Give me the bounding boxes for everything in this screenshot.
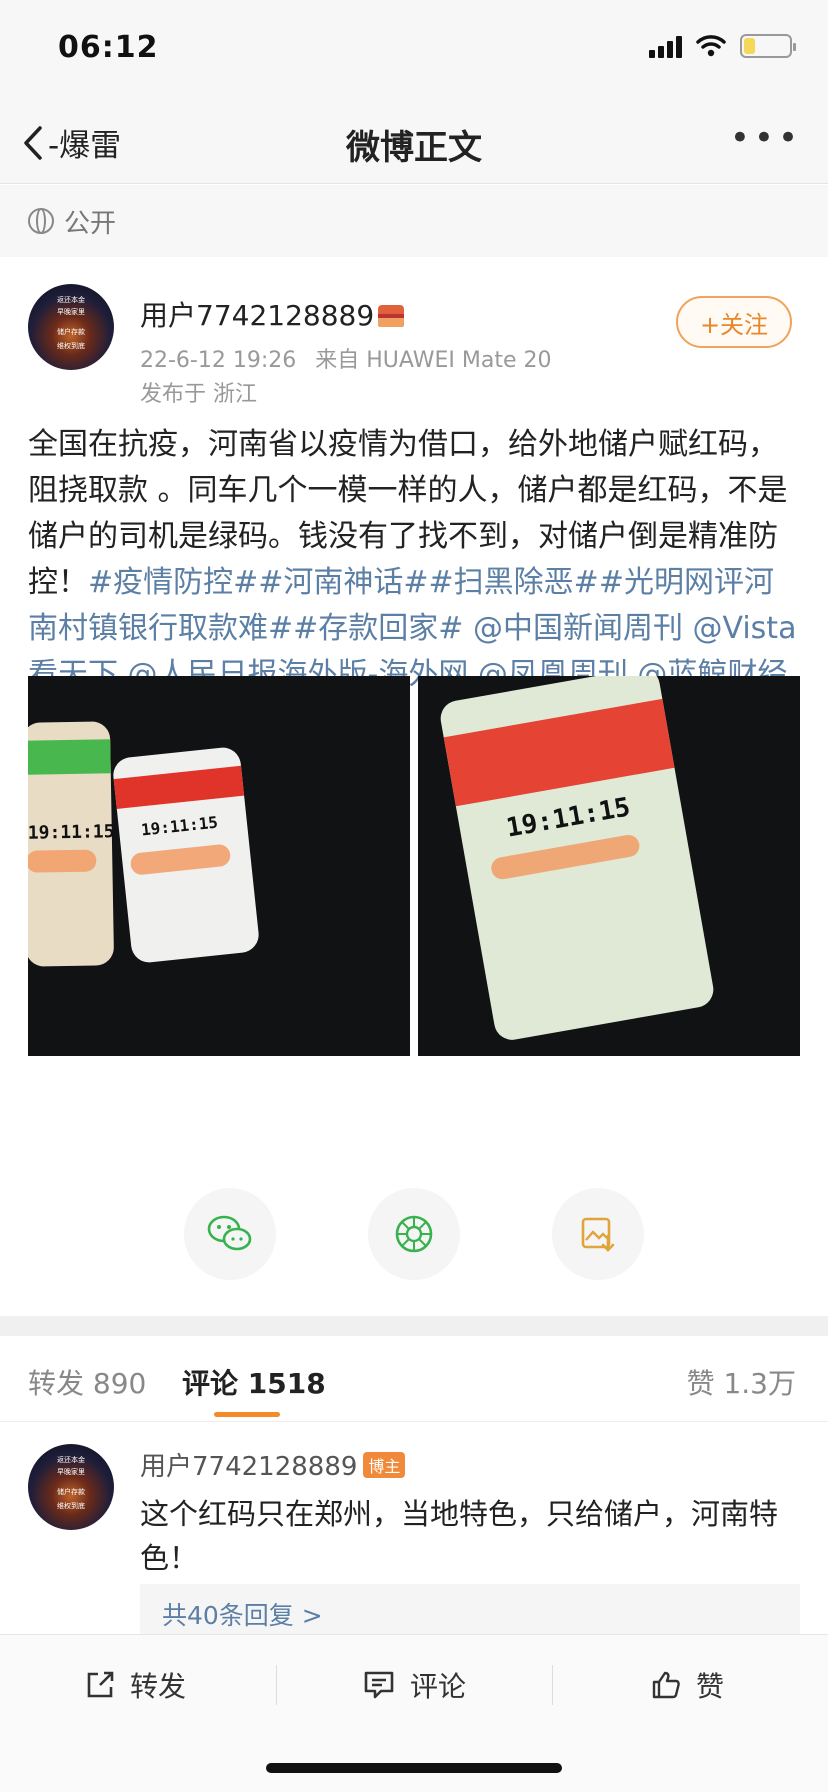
- section-divider: [0, 1316, 828, 1336]
- username-text: 用户7742128889: [140, 299, 375, 332]
- comment-text: 这个红码只在郑州，当地特色，只给储户，河南特色！: [140, 1497, 779, 1575]
- avatar-text-line: 储户存款: [57, 328, 85, 336]
- phone-screen: 19:11:15: [111, 745, 261, 965]
- separator: [276, 1665, 277, 1705]
- visibility-row: 公开: [0, 185, 828, 257]
- avatar-text-line: 返还本金: [57, 1456, 85, 1464]
- tab-likes[interactable]: 赞 1.3万: [687, 1362, 796, 1402]
- post-image-1[interactable]: 19:11:15 19:11:15: [28, 676, 410, 1056]
- phone-screen: 19:11:15: [437, 676, 717, 1043]
- status-bar: 06:12: [0, 0, 828, 100]
- moments-icon: [395, 1215, 433, 1253]
- comment-label: 评论: [410, 1670, 467, 1703]
- post-username[interactable]: 用户7742128889: [140, 294, 405, 334]
- author-badge: 博主: [363, 1452, 406, 1478]
- avatar-text-line: 储户存款: [57, 1488, 85, 1496]
- like-label: 赞: [696, 1670, 725, 1703]
- avatar-text-line: 早晚家里: [57, 308, 85, 316]
- battery-level: [744, 38, 755, 54]
- comment-icon: [364, 1671, 394, 1699]
- visibility-label: 公开: [64, 208, 117, 239]
- avatar[interactable]: 返还本金 早晚家里 储户存款 维权到底: [28, 1444, 114, 1530]
- redaction-mark: [129, 843, 232, 876]
- comment-username-text: 用户7742128889: [140, 1452, 358, 1482]
- avatar-text-line: 维权到底: [57, 1502, 85, 1510]
- post-image-2[interactable]: 19:11:15: [418, 676, 800, 1056]
- post-meta: 22-6-12 19:26 来自 HUAWEI Mate 20: [140, 342, 552, 374]
- user-badge-icon: [378, 305, 405, 327]
- screen-time: 19:11:15: [28, 821, 115, 844]
- thumbs-up-icon: [652, 1671, 680, 1699]
- screen-header: [113, 765, 245, 809]
- redaction-mark: [28, 849, 97, 873]
- save-image-button[interactable]: [552, 1188, 644, 1280]
- comment-item: 返还本金 早晚家里 储户存款 维权到底 用户7742128889 博主 这个红码只…: [0, 1424, 828, 1644]
- avatar-text-line: 早晚家里: [57, 1468, 85, 1476]
- signal-icon: [649, 34, 682, 58]
- more-dots-icon[interactable]: •••: [730, 118, 802, 158]
- post-source: 来自 HUAWEI Mate 20: [315, 348, 552, 373]
- battery-icon: [740, 34, 796, 58]
- status-time: 06:12: [58, 30, 159, 65]
- separator: [552, 1665, 553, 1705]
- post-date: 22-6-12 19:26: [140, 348, 297, 373]
- avatar-text-line: 返还本金: [57, 296, 85, 304]
- wechat-icon: [207, 1215, 252, 1251]
- active-tab-indicator: [214, 1412, 280, 1417]
- tab-comments[interactable]: 评论 1518: [182, 1362, 326, 1402]
- home-indicator: [266, 1763, 562, 1773]
- screen-time: 19:11:15: [503, 792, 633, 844]
- nav-bar: -爆雷 微博正文 •••: [0, 100, 828, 184]
- comment-username[interactable]: 用户7742128889 博主: [140, 1446, 406, 1483]
- comment-button[interactable]: 评论: [362, 1665, 466, 1705]
- interaction-tabs: 转发 890 评论 1518 赞 1.3万: [0, 1336, 828, 1422]
- repost-icon: [87, 1671, 114, 1698]
- status-icons: [649, 34, 796, 58]
- post-location: 发布于 浙江: [140, 382, 257, 407]
- repost-button[interactable]: 转发: [84, 1665, 186, 1705]
- follow-button[interactable]: +关注: [676, 296, 792, 348]
- avatar[interactable]: 返还本金 早晚家里 储户存款 维权到底: [28, 284, 114, 370]
- share-moments-button[interactable]: [368, 1188, 460, 1280]
- avatar-text-line: 维权到底: [57, 342, 85, 350]
- screen-header: [443, 698, 675, 807]
- phone-screen: 19:11:15: [28, 721, 115, 967]
- globe-icon: [28, 208, 54, 234]
- share-wechat-button[interactable]: [184, 1188, 276, 1280]
- tab-reposts[interactable]: 转发 890: [28, 1362, 146, 1402]
- screen-header: [28, 739, 111, 775]
- save-image-icon: [581, 1217, 615, 1252]
- page-title: 微博正文: [346, 128, 482, 168]
- screen-time: 19:11:15: [140, 812, 219, 840]
- share-row: [0, 1188, 828, 1284]
- bottom-action-bar: 转发 评论 赞: [0, 1634, 828, 1792]
- like-button[interactable]: 赞: [650, 1665, 724, 1705]
- wifi-icon: [696, 35, 726, 57]
- repost-label: 转发: [130, 1670, 187, 1703]
